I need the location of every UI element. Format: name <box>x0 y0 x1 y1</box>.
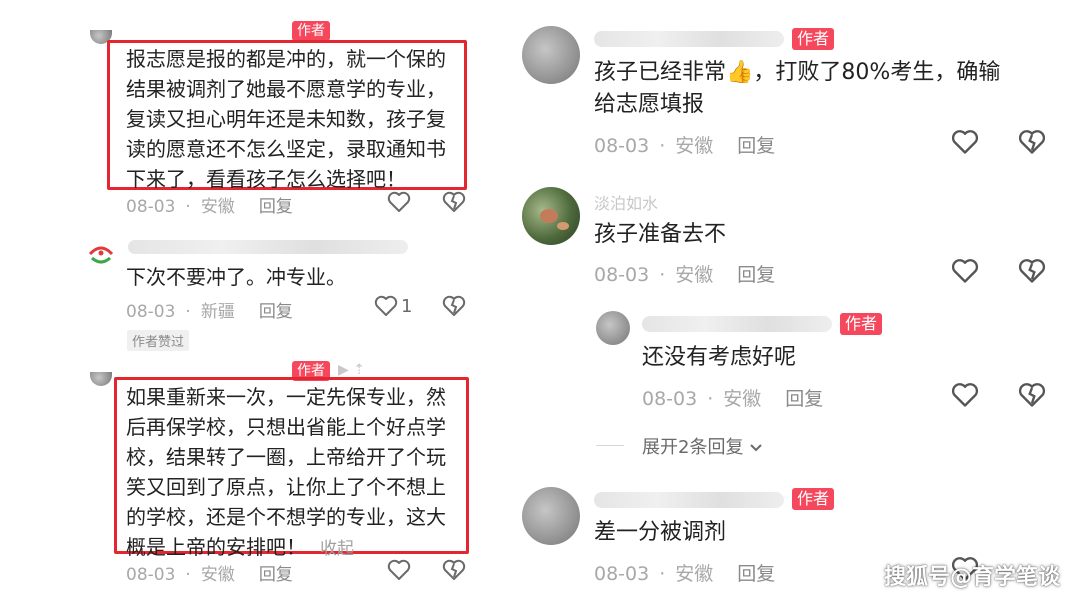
comment-line: 的学校，还是个不想学的专业，这大 <box>126 505 446 529</box>
reply-button[interactable]: 回复 <box>737 264 775 286</box>
author-tag: 作者 <box>840 313 883 335</box>
comment-date: 08-03 <box>126 302 176 322</box>
comment-line: 复读又担心明年还是未知数，孩子复 <box>126 107 446 131</box>
dislike-icon[interactable] <box>1018 382 1046 408</box>
comment-line: 孩子已经非常👍，打败了80%考生，确输 <box>594 57 1000 89</box>
comment-meta: 08-03 · 安徽 回复 <box>594 563 776 585</box>
comment-location: 安徽 <box>675 264 714 286</box>
reply-button[interactable]: 回复 <box>259 197 293 217</box>
comment-meta: 08-03 · 新疆 回复 <box>126 302 293 322</box>
avatar[interactable] <box>522 487 580 545</box>
comment-line: 后再保学校，只想出省能上个好点学 <box>126 415 446 439</box>
comment-line: 下次不要冲了。冲专业。 <box>126 265 346 289</box>
comment-line-text: 孩子已经非常 <box>594 60 727 85</box>
avatar-logo-icon <box>88 246 114 264</box>
dislike-icon[interactable] <box>442 559 466 581</box>
heart-icon[interactable] <box>951 129 979 155</box>
comment-date: 08-03 <box>594 264 650 286</box>
avatar[interactable] <box>522 187 580 245</box>
comment-meta: 08-03 · 安徽 回复 <box>126 197 293 217</box>
username-blurred <box>128 240 408 254</box>
comment-text: 如果重新来一次，一定先保专业，然 后再保学校，只想出省能上个好点学 校，结果转了… <box>126 382 446 564</box>
expand-replies-button[interactable]: 展开2条回复 <box>642 433 763 459</box>
comment-date: 08-03 <box>594 135 650 157</box>
comment-date: 08-03 <box>126 565 176 585</box>
dislike-icon[interactable] <box>442 295 466 317</box>
comment-line: 报志愿是报的都是冲的，就一个保的 <box>126 47 446 71</box>
play-icon: ▶ ⇡ <box>338 362 365 378</box>
author-tag: 作者 <box>292 21 330 41</box>
comment-meta: 08-03 · 安徽 回复 <box>594 135 776 157</box>
comment-location: 安徽 <box>200 565 235 585</box>
username-blurred <box>594 492 784 508</box>
username-blurred <box>594 31 784 47</box>
expand-divider <box>596 445 624 446</box>
dislike-icon[interactable] <box>1018 258 1046 284</box>
like-count: 1 <box>401 296 413 317</box>
author-liked-badge: 作者赞过 <box>127 330 190 351</box>
expand-replies-label: 展开2条回复 <box>642 437 744 458</box>
comment-text: 报志愿是报的都是冲的，就一个保的 结果被调剂了她最不愿意学的专业， 复读又担心明… <box>126 44 446 194</box>
watermark: 搜狐号@育学笔谈 <box>884 565 1061 590</box>
username: 淡泊如水 <box>594 194 659 213</box>
comment-line: 校，结果转了一圈，上帝给开了个玩 <box>126 445 446 469</box>
reply-button[interactable]: 回复 <box>259 565 293 585</box>
username-blurred <box>642 316 832 332</box>
comment-line: 还没有考虑好呢 <box>642 345 797 370</box>
comment-line-text: ，打败了80%考生，确输 <box>753 60 1001 85</box>
comment-line: 如果重新来一次，一定先保专业，然 <box>126 385 446 409</box>
comment-text: 差一分被调剂 <box>594 517 726 549</box>
avatar[interactable] <box>90 372 112 386</box>
comment-date: 08-03 <box>126 197 176 217</box>
dislike-icon[interactable] <box>442 191 466 213</box>
comment-location: 新疆 <box>200 302 235 322</box>
comment-line: 读的愿意还不怎么坚定，录取通知书 <box>126 137 446 161</box>
reply-button[interactable]: 回复 <box>785 388 823 410</box>
avatar[interactable] <box>596 311 630 345</box>
comment-date: 08-03 <box>642 388 698 410</box>
comment-text: 孩子已经非常👍，打败了80%考生，确输 给志愿填报 <box>594 57 1000 121</box>
avatar[interactable] <box>522 26 580 84</box>
heart-icon[interactable] <box>387 191 411 213</box>
comment-line: 差一分被调剂 <box>594 520 727 545</box>
comment-meta: 08-03 · 安徽 回复 <box>126 565 293 585</box>
comment-line: 给志愿填报 <box>594 92 705 117</box>
author-tag: 作者 <box>792 488 835 510</box>
comment-text: 下次不要冲了。冲专业。 <box>126 262 346 292</box>
comment-line: 孩子准备去不 <box>594 222 727 247</box>
collapse-button[interactable]: 收起 <box>320 539 354 559</box>
comment-line: 结果被调剂了她最不愿意学的专业， <box>126 77 446 101</box>
heart-icon[interactable] <box>951 382 979 408</box>
dislike-icon[interactable] <box>1018 129 1046 155</box>
heart-icon[interactable] <box>387 559 411 581</box>
heart-icon[interactable] <box>374 295 398 317</box>
comment-text: 孩子准备去不 <box>594 219 726 251</box>
reply-button[interactable]: 回复 <box>259 302 293 322</box>
thumbs-up-emoji: 👍 <box>726 60 754 85</box>
comment-location: 安徽 <box>200 197 235 217</box>
comment-meta: 08-03 · 安徽 回复 <box>642 388 824 410</box>
comment-date: 08-03 <box>594 563 650 585</box>
chevron-down-icon <box>750 444 762 452</box>
comment-location: 安徽 <box>675 563 714 585</box>
comment-line: 笑又回到了原点，让你上了个不想上 <box>126 475 446 499</box>
reply-button[interactable]: 回复 <box>737 563 775 585</box>
comment-meta: 08-03 · 安徽 回复 <box>594 264 776 286</box>
heart-icon[interactable] <box>951 258 979 284</box>
comment-location: 安徽 <box>723 388 762 410</box>
comment-text: 还没有考虑好呢 <box>642 342 796 374</box>
avatar[interactable] <box>86 236 116 266</box>
comment-line-text: 概是上帝的安排吧！ <box>126 535 306 559</box>
comment-location: 安徽 <box>675 135 714 157</box>
comment-line: 下来了，看看孩子怎么选择吧！ <box>126 167 406 191</box>
reply-button[interactable]: 回复 <box>737 135 775 157</box>
author-tag: 作者 <box>792 28 835 50</box>
